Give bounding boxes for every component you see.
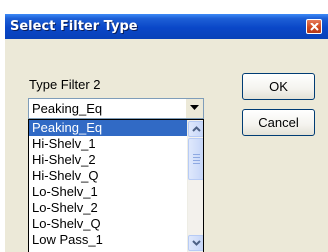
scroll-down-arrow-icon: [192, 240, 201, 246]
select-filter-type-dialog: Select Filter Type Type Filter 2 Peaking…: [5, 14, 328, 252]
list-item-hi-shelv-q[interactable]: Hi-Shelv_Q: [29, 168, 187, 184]
close-button[interactable]: [306, 19, 322, 34]
cancel-button[interactable]: Cancel: [242, 109, 315, 136]
close-icon: [310, 23, 319, 31]
filter-type-combobox[interactable]: Peaking_Eq: [28, 98, 204, 119]
scroll-thumb[interactable]: [188, 138, 203, 180]
scroll-up-arrow-icon: [192, 126, 201, 132]
scroll-up-button[interactable]: [188, 121, 203, 137]
type-filter-label: Type Filter 2: [29, 77, 101, 92]
thumb-grip-line: [193, 160, 200, 161]
list-item-lo-shelv-2[interactable]: Lo-Shelv_2: [29, 200, 187, 216]
list-item-lo-shelv-q[interactable]: Lo-Shelv_Q: [29, 216, 187, 232]
list-item-hi-shelv-1[interactable]: Hi-Shelv_1: [29, 136, 187, 152]
title-bar[interactable]: Select Filter Type: [5, 14, 328, 39]
thumb-grip-line: [193, 157, 200, 158]
list-item-low-pass-1[interactable]: Low Pass_1: [29, 232, 187, 248]
dialog-title: Select Filter Type: [10, 19, 138, 34]
ok-button[interactable]: OK: [242, 73, 315, 100]
thumb-grip-line: [193, 163, 200, 164]
combobox-selected-value: Peaking_Eq: [32, 101, 103, 116]
list-item-lo-shelv-1[interactable]: Lo-Shelv_1: [29, 184, 187, 200]
chevron-down-icon: [190, 105, 199, 110]
list-item-hi-shelv-2[interactable]: Hi-Shelv_2: [29, 152, 187, 168]
filter-type-dropdown-list: Peaking_Eq Hi-Shelv_1 Hi-Shelv_2 Hi-Shel…: [28, 119, 204, 252]
dropdown-options: Peaking_Eq Hi-Shelv_1 Hi-Shelv_2 Hi-Shel…: [29, 120, 187, 248]
combobox-dropdown-button[interactable]: [186, 99, 203, 118]
scroll-down-button[interactable]: [188, 235, 203, 251]
dropdown-scrollbar[interactable]: [187, 120, 203, 252]
thumb-grip-line: [193, 154, 200, 155]
list-item-peaking-eq[interactable]: Peaking_Eq: [29, 120, 187, 136]
